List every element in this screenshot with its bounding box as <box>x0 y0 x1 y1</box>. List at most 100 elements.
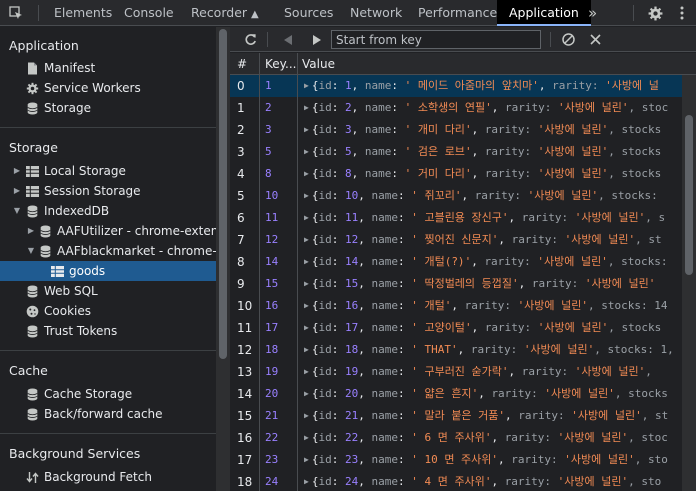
sidebar-scrollbar-thumb[interactable] <box>219 29 227 359</box>
refresh-icon[interactable] <box>239 27 261 52</box>
sidebar-item-label: goods <box>69 264 106 278</box>
expand-arrow-icon[interactable]: ▶ <box>26 221 36 241</box>
column-divider[interactable] <box>297 53 298 491</box>
inspect-element-icon[interactable] <box>2 0 30 26</box>
sidebar-item-goods-store[interactable]: goods <box>0 261 216 281</box>
tab-console[interactable]: Console <box>124 0 174 26</box>
sidebar-item-label: Service Workers <box>44 81 141 95</box>
settings-gear-icon[interactable] <box>641 0 669 26</box>
expand-object-icon[interactable]: ▶ <box>304 213 309 222</box>
expand-object-icon[interactable]: ▶ <box>304 235 309 244</box>
row-value[interactable]: ▶ {id: 1, name: ' 메이드 아줌마의 앞치마', rarity: … <box>304 75 659 97</box>
expand-object-icon[interactable]: ▶ <box>304 81 309 90</box>
tab-sources[interactable]: Sources <box>284 0 333 26</box>
expand-object-icon[interactable]: ▶ <box>304 257 309 266</box>
expand-object-icon[interactable]: ▶ <box>304 191 309 200</box>
prop-key-name: name <box>371 453 398 466</box>
delete-selected-icon[interactable] <box>584 27 606 52</box>
row-value[interactable]: ▶ {id: 8, name: ' 거미 다리', rarity: '사방에 널린… <box>304 163 661 185</box>
tab-performance[interactable]: Performance <box>418 0 497 26</box>
expand-object-icon[interactable]: ▶ <box>304 477 309 486</box>
tab-network[interactable]: Network <box>350 0 402 26</box>
expand-object-icon[interactable]: ▶ <box>304 367 309 376</box>
table-scrollbar[interactable] <box>682 75 696 491</box>
comma: , <box>358 387 372 400</box>
column-header-index[interactable]: # <box>237 53 247 75</box>
expand-object-icon[interactable]: ▶ <box>304 169 309 178</box>
tab-recorder[interactable]: Recorder ▲ <box>191 0 259 26</box>
previous-page-icon[interactable] <box>277 27 299 52</box>
expand-object-icon[interactable]: ▶ <box>304 389 309 398</box>
expand-arrow-icon[interactable]: ▶ <box>12 161 22 181</box>
sidebar-item-partial[interactable] <box>0 487 216 491</box>
toolbar-separator <box>550 32 551 47</box>
expand-object-icon[interactable]: ▶ <box>304 323 309 332</box>
tab-application[interactable]: Application <box>497 0 591 26</box>
sidebar-item-background-fetch[interactable]: Background Fetch <box>0 467 216 487</box>
expand-object-icon[interactable]: ▶ <box>304 455 309 464</box>
prop-value-id: 23 <box>344 453 359 466</box>
row-value[interactable]: ▶ {id: 23, name: ' 10 면 주사위', rarity: '사방… <box>304 449 668 471</box>
column-header-key[interactable]: Key... <box>265 53 297 75</box>
more-options-icon[interactable] <box>668 0 696 26</box>
column-header-value[interactable]: Value <box>302 53 335 75</box>
row-value[interactable]: ▶ {id: 12, name: ' 찢어진 신문지', rarity: '사방에… <box>304 229 662 251</box>
sidebar-item-aafutilizer-db[interactable]: ▶ AAFUtilizer - chrome-extension <box>0 221 216 241</box>
row-value[interactable]: ▶ {id: 3, name: ' 개미 다리', rarity: '사방에 널린… <box>304 119 661 141</box>
sidebar-item-web-sql[interactable]: Web SQL <box>0 281 216 301</box>
row-value[interactable]: ▶ {id: 17, name: ' 고양이털', rarity: '사방에 널린… <box>304 317 661 339</box>
next-page-icon[interactable] <box>305 27 327 52</box>
clear-object-store-icon[interactable] <box>557 27 579 52</box>
sidebar-scrollbar[interactable] <box>216 27 230 491</box>
sidebar-item-session-storage[interactable]: ▶ Session Storage <box>0 181 216 201</box>
collapse-arrow-icon[interactable]: ▼ <box>12 201 22 221</box>
row-key: 12 <box>265 233 279 246</box>
row-value[interactable]: ▶ {id: 2, name: ' 소학생의 연필', rarity: '사방에 … <box>304 97 668 119</box>
more-tabs-button[interactable]: » <box>588 0 597 26</box>
prop-value-name-close-quote: ' <box>532 79 539 92</box>
row-value[interactable]: ▶ {id: 18, name: ' THAT', rarity: '사방에 널린… <box>304 339 674 361</box>
row-value[interactable]: ▶ {id: 20, name: ' 얇은 흔지', rarity: '사방에 널… <box>304 383 668 405</box>
sidebar-item-trust-tokens[interactable]: Trust Tokens <box>0 321 216 341</box>
start-from-key-input[interactable] <box>331 30 541 49</box>
row-value[interactable]: ▶ {id: 10, name: ' 쥐꼬리', rarity: '사방에 널린'… <box>304 185 658 207</box>
sidebar-item-local-storage[interactable]: ▶ Local Storage <box>0 161 216 181</box>
database-icon <box>25 284 39 298</box>
expand-object-icon[interactable]: ▶ <box>304 301 309 310</box>
row-value[interactable]: ▶ {id: 24, name: ' 4 면 주사위', rarity: '사방에… <box>304 471 661 491</box>
expand-object-icon[interactable]: ▶ <box>304 433 309 442</box>
expand-object-icon[interactable]: ▶ <box>304 103 309 112</box>
row-value[interactable]: ▶ {id: 14, name: ' 개털(?)', rarity: '사방에 널… <box>304 251 668 273</box>
sidebar-item-back-forward-cache[interactable]: Back/forward cache <box>0 404 216 424</box>
sidebar-item-service-workers[interactable]: Service Workers <box>0 78 216 98</box>
table-scrollbar-thumb[interactable] <box>685 115 693 275</box>
row-value[interactable]: ▶ {id: 19, name: ' 구부러진 숟가락', rarity: '사방… <box>304 361 652 383</box>
gear-icon <box>25 81 39 95</box>
prop-key-id: id <box>318 453 332 466</box>
sidebar-item-indexeddb[interactable]: ▼ IndexedDB <box>0 201 216 221</box>
tab-elements[interactable]: Elements <box>54 0 112 26</box>
comma: , <box>358 189 372 202</box>
collapse-arrow-icon[interactable]: ▼ <box>26 241 36 261</box>
column-divider[interactable] <box>259 53 260 491</box>
expand-arrow-icon[interactable]: ▶ <box>12 181 22 201</box>
sidebar-item-cache-storage[interactable]: Cache Storage <box>0 384 216 404</box>
row-value[interactable]: ▶ {id: 16, name: ' 개털', rarity: '사방에 널린',… <box>304 295 668 317</box>
sidebar-item-manifest[interactable]: Manifest <box>0 58 216 78</box>
sidebar-item-storage-overview[interactable]: Storage <box>0 98 216 118</box>
prop-key-id: id <box>318 189 332 202</box>
expand-object-icon[interactable]: ▶ <box>304 411 309 420</box>
expand-object-icon[interactable]: ▶ <box>304 125 309 134</box>
row-value[interactable]: ▶ {id: 11, name: ' 고블린용 장신구', rarity: '사방… <box>304 207 665 229</box>
row-value[interactable]: ▶ {id: 5, name: ' 검은 로브', rarity: '사방에 널린… <box>304 141 661 163</box>
expand-object-icon[interactable]: ▶ <box>304 345 309 354</box>
expand-object-icon[interactable]: ▶ <box>304 279 309 288</box>
sidebar-item-cookies[interactable]: Cookies <box>0 301 216 321</box>
row-value[interactable]: ▶ {id: 22, name: ' 6 면 주사위', rarity: '사방에… <box>304 427 668 449</box>
row-value[interactable]: ▶ {id: 21, name: ' 말라 붙은 거품', rarity: '사방… <box>304 405 668 427</box>
comma: , <box>351 101 365 114</box>
row-value[interactable]: ▶ {id: 15, name: ' 딱정벌레의 등껍질', rarity: '사… <box>304 273 655 295</box>
expand-object-icon[interactable]: ▶ <box>304 147 309 156</box>
sidebar-item-aafblackmarket-db[interactable]: ▼ AAFblackmarket - chrome-exte <box>0 241 216 261</box>
colon: : <box>331 79 345 92</box>
